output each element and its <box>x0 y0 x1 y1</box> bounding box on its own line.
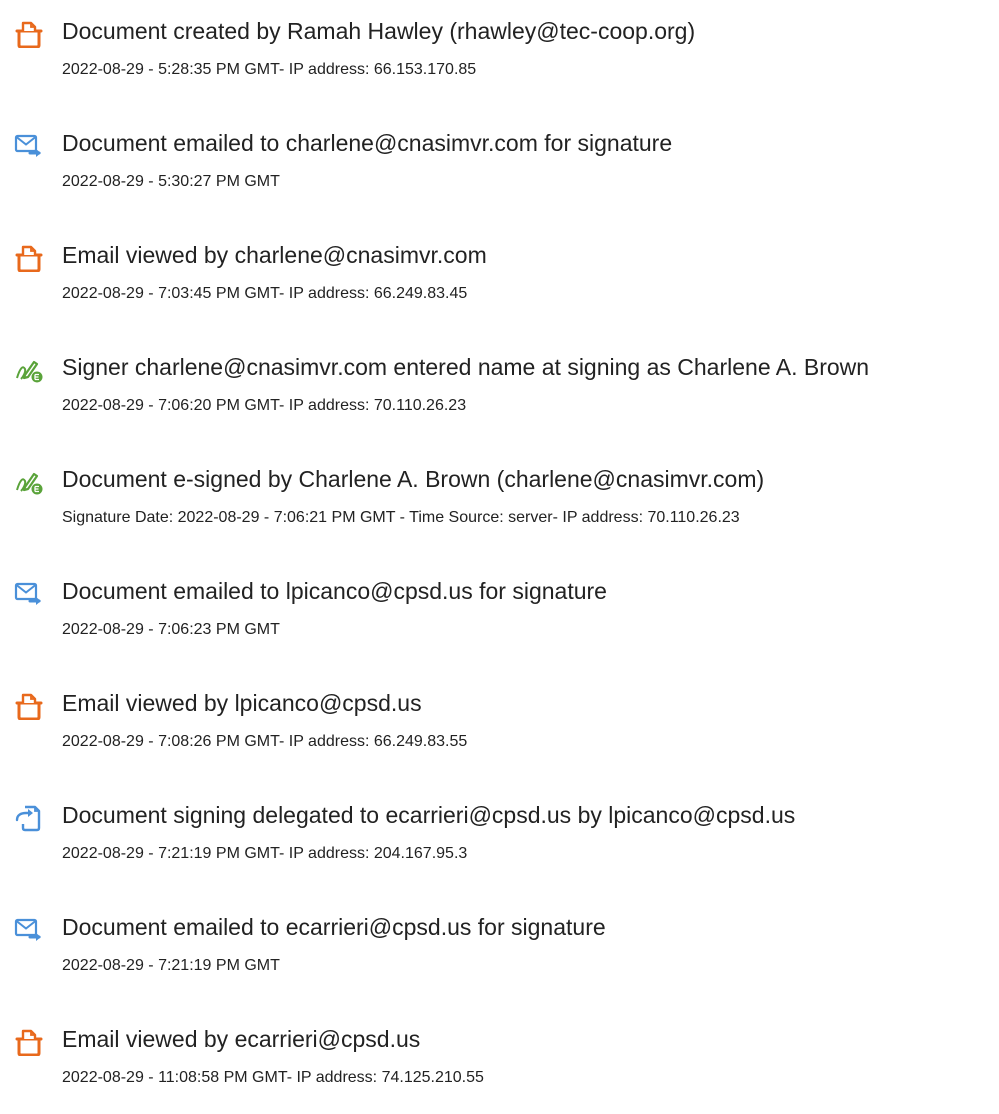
email-sent-icon <box>14 132 44 160</box>
event-title: Document emailed to ecarrieri@cpsd.us fo… <box>62 914 606 940</box>
event-title: Email viewed by lpicanco@cpsd.us <box>62 690 422 716</box>
signature-icon <box>14 468 44 496</box>
audit-event: Document signing delegated to ecarrieri@… <box>0 800 999 890</box>
event-timestamp: 2022-08-29 - 5:30:27 PM GMT <box>62 173 280 190</box>
event-title: Document signing delegated to ecarrieri@… <box>62 802 796 828</box>
event-timestamp: 2022-08-29 - 7:21:19 PM GMT <box>62 957 280 974</box>
event-title: Email viewed by ecarrieri@cpsd.us <box>62 1026 421 1052</box>
delegation-icon <box>14 804 44 832</box>
event-title: Document emailed to charlene@cnasimvr.co… <box>62 130 673 156</box>
event-title: Email viewed by charlene@cnasimvr.com <box>62 242 487 268</box>
signature-icon <box>14 356 44 384</box>
event-timestamp: 2022-08-29 - 7:06:23 PM GMT <box>62 621 280 638</box>
event-timestamp: Signature Date: 2022-08-29 - 7:06:21 PM … <box>62 509 740 526</box>
audit-event: Document created by Ramah Hawley (rhawle… <box>0 16 999 106</box>
event-timestamp: 2022-08-29 - 7:21:19 PM GMT- IP address:… <box>62 845 468 862</box>
event-timestamp: 2022-08-29 - 7:08:26 PM GMT- IP address:… <box>62 733 468 750</box>
event-timestamp: 2022-08-29 - 7:03:45 PM GMT- IP address:… <box>62 285 468 302</box>
document-created-icon <box>14 20 44 48</box>
audit-event: Document emailed to charlene@cnasimvr.co… <box>0 128 999 218</box>
event-timestamp: 2022-08-29 - 7:06:20 PM GMT- IP address:… <box>62 397 467 414</box>
event-title: Document e-signed by Charlene A. Brown (… <box>62 466 765 492</box>
event-title: Document created by Ramah Hawley (rhawle… <box>62 18 696 44</box>
audit-event: Document emailed to ecarrieri@cpsd.us fo… <box>0 912 999 1002</box>
event-title: Signer charlene@cnasimvr.com entered nam… <box>62 354 870 380</box>
event-timestamp: 2022-08-29 - 11:08:58 PM GMT- IP address… <box>62 1069 484 1086</box>
audit-event: Signer charlene@cnasimvr.com entered nam… <box>0 352 999 442</box>
document-viewed-icon <box>14 692 44 720</box>
audit-event-list: Document created by Ramah Hawley (rhawle… <box>0 0 999 1107</box>
document-viewed-icon <box>14 244 44 272</box>
audit-event: Email viewed by ecarrieri@cpsd.us 2022-0… <box>0 1024 999 1114</box>
email-sent-icon <box>14 916 44 944</box>
audit-event: Email viewed by charlene@cnasimvr.com 20… <box>0 240 999 330</box>
email-sent-icon <box>14 580 44 608</box>
event-timestamp: 2022-08-29 - 5:28:35 PM GMT- IP address:… <box>62 61 477 78</box>
audit-event: Document emailed to lpicanco@cpsd.us for… <box>0 576 999 666</box>
document-viewed-icon <box>14 1028 44 1056</box>
audit-event: Document e-signed by Charlene A. Brown (… <box>0 464 999 554</box>
event-title: Document emailed to lpicanco@cpsd.us for… <box>62 578 607 604</box>
audit-event: Email viewed by lpicanco@cpsd.us 2022-08… <box>0 688 999 778</box>
